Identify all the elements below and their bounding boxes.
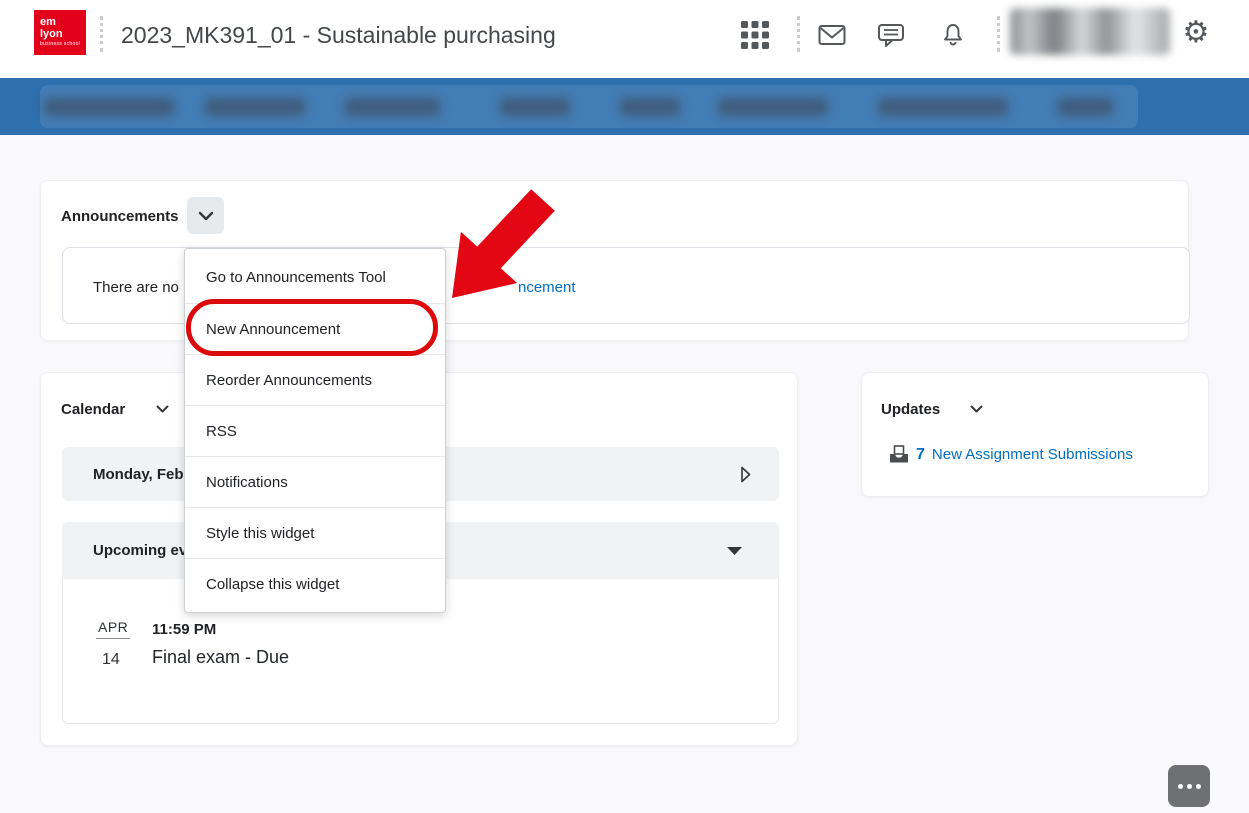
menu-item-rss[interactable]: RSS	[185, 405, 445, 456]
course-navbar	[0, 78, 1249, 135]
course-title[interactable]: 2023_MK391_01 - Sustainable purchasing	[121, 22, 556, 49]
user-name-redacted[interactable]	[1010, 8, 1170, 55]
nav-redacted-item[interactable]	[205, 98, 305, 116]
speech-bubble-icon	[877, 23, 905, 48]
chevron-down-icon	[198, 211, 214, 221]
event-day: 14	[102, 651, 120, 669]
nav-redacted-item[interactable]	[718, 98, 828, 116]
updates-title: Updates	[881, 401, 940, 418]
logo-line: business school	[40, 42, 86, 47]
ellipsis-icon	[1178, 784, 1183, 789]
nav-redacted-item[interactable]	[620, 98, 680, 116]
menu-item-reorder-announcements[interactable]: Reorder Announcements	[185, 354, 445, 405]
calendar-title: Calendar	[61, 401, 125, 418]
new-assignment-submissions-link[interactable]: New Assignment Submissions	[932, 446, 1133, 463]
chevron-down-icon	[970, 405, 983, 413]
menu-item-new-announcement[interactable]: New Announcement	[185, 303, 445, 354]
menu-item-go-to-announcements-tool[interactable]: Go to Announcements Tool	[185, 252, 445, 303]
announcements-empty-text: There are no	[93, 279, 179, 296]
menu-item-notifications[interactable]: Notifications	[185, 456, 445, 507]
floating-options-button[interactable]	[1168, 765, 1210, 807]
nav-redacted-item[interactable]	[878, 98, 1008, 116]
nav-redacted-item[interactable]	[44, 98, 174, 116]
create-announcement-link[interactable]: ncement	[518, 279, 576, 296]
menu-item-style-this-widget[interactable]: Style this widget	[185, 507, 445, 558]
ellipsis-icon	[1196, 784, 1201, 789]
page: em lyon business school 2023_MK391_01 - …	[0, 0, 1249, 813]
emlyon-logo[interactable]: em lyon business school	[34, 10, 86, 55]
gear-glyph: ⚙	[1183, 18, 1210, 48]
logo-line: lyon	[40, 29, 86, 41]
nav-redacted-item[interactable]	[500, 98, 570, 116]
announcements-title: Announcements	[61, 208, 179, 225]
notification-bell-icon	[940, 22, 966, 48]
mail-icon[interactable]	[815, 18, 849, 52]
event-time: 11:59 PM	[152, 621, 216, 638]
header-divider	[100, 16, 103, 52]
upcoming-events-heading: Upcoming ev	[93, 542, 187, 559]
calendar-menu-button[interactable]	[156, 405, 169, 413]
nav-redacted-item[interactable]	[345, 98, 440, 116]
assignments-icon	[889, 445, 909, 464]
menu-item-collapse-this-widget[interactable]: Collapse this widget	[185, 558, 445, 609]
chevron-down-icon	[156, 405, 169, 413]
submissions-count: 7	[916, 446, 925, 464]
ellipsis-icon	[1187, 784, 1192, 789]
app-grid-icon[interactable]	[738, 18, 772, 52]
header-divider	[997, 16, 1000, 52]
calendar-date-heading: Monday, Feb	[93, 466, 184, 483]
event-month: APR	[96, 619, 130, 639]
announcements-menu-button[interactable]	[187, 197, 224, 234]
envelope-icon	[818, 24, 846, 46]
updates-menu-button[interactable]	[970, 405, 983, 413]
collapse-triangle-icon[interactable]	[726, 546, 743, 556]
announcements-dropdown-menu: Go to Announcements Tool New Announcemen…	[184, 248, 446, 613]
event-title: Final exam - Due	[152, 647, 289, 668]
top-header: em lyon business school 2023_MK391_01 - …	[0, 0, 1249, 78]
updates-widget: Updates 7 New Assignment Submissions	[861, 372, 1209, 497]
gear-icon[interactable]: ⚙	[1179, 16, 1213, 50]
waffle-icon	[740, 20, 770, 50]
next-day-arrow-icon[interactable]	[740, 466, 751, 483]
assignment-submissions-link-row[interactable]: 7 New Assignment Submissions	[889, 445, 1133, 464]
nav-redacted-item[interactable]	[1058, 98, 1113, 116]
chat-icon[interactable]	[874, 18, 908, 52]
header-divider	[797, 16, 800, 52]
bell-icon[interactable]	[936, 18, 970, 52]
